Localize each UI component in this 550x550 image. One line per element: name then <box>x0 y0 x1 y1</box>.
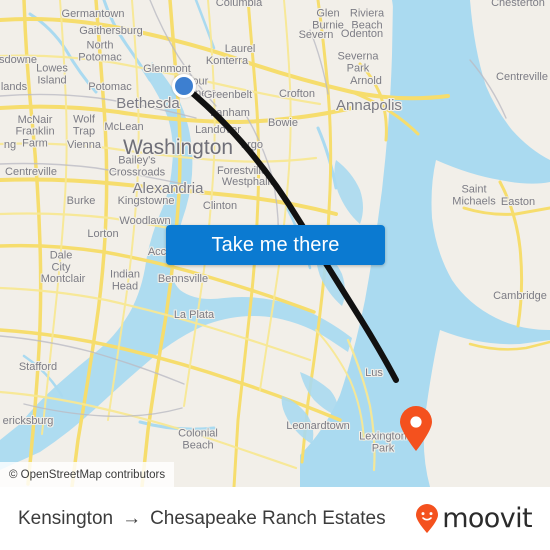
moovit-pin-icon <box>416 503 439 533</box>
origin-label: Kensington <box>18 507 114 529</box>
moovit-wordmark: moovit <box>442 503 532 534</box>
take-me-there-button[interactable]: Take me there <box>166 225 385 265</box>
origin-dot-icon[interactable] <box>172 74 196 98</box>
map-canvas[interactable]: Germantown Columbia Gaithersburg Glen Burnie… <box>0 0 550 487</box>
route-summary: Kensington → Chesapeake Ranch Estates <box>18 508 386 530</box>
attribution-text: © OpenStreetMap contributors <box>9 468 166 481</box>
moovit-trip-map-screen: Germantown Columbia Gaithersburg Glen Burnie… <box>0 0 550 550</box>
destination-label: Chesapeake Ranch Estates <box>150 507 386 529</box>
arrow-right-icon: → <box>122 508 142 529</box>
map-attribution[interactable]: © OpenStreetMap contributors <box>0 462 175 487</box>
moovit-logo[interactable]: moovit <box>414 503 533 534</box>
trip-footer: Kensington → Chesapeake Ranch Estates mo… <box>0 487 550 550</box>
